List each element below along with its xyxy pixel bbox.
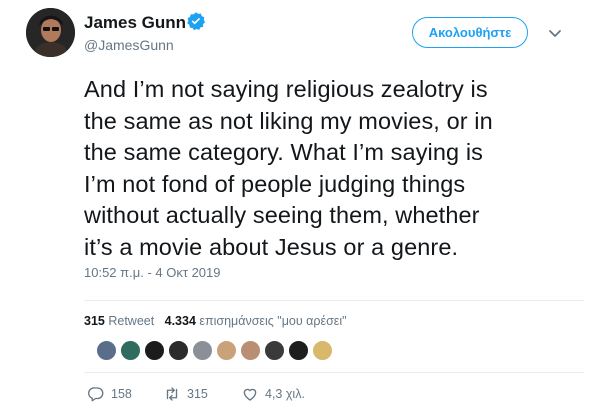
heart-icon xyxy=(243,388,257,401)
author-handle[interactable]: @JamesGunn xyxy=(84,37,174,53)
retweet-icon xyxy=(166,387,178,401)
reply-icon xyxy=(87,387,104,402)
divider xyxy=(84,372,584,373)
chevron-down-icon[interactable] xyxy=(545,23,565,43)
liker-avatar[interactable] xyxy=(312,340,333,361)
author-name[interactable]: James Gunn xyxy=(84,13,186,33)
reply-count: 158 xyxy=(111,387,132,401)
tweet-timestamp[interactable]: 10:52 π.μ. - 4 Οκτ 2019 xyxy=(84,265,221,280)
liker-avatar[interactable] xyxy=(96,340,117,361)
verified-badge-icon xyxy=(187,12,206,31)
liker-avatar[interactable] xyxy=(192,340,213,361)
like-stat-count[interactable]: 4.334 xyxy=(165,314,196,328)
tweet-text-line: And I’m not saying religious zealotry is xyxy=(84,76,488,102)
liker-avatar[interactable] xyxy=(240,340,261,361)
retweet-stat-count[interactable]: 315 xyxy=(84,314,105,328)
tweet-text-line: the same category. What I’m saying is xyxy=(84,139,483,165)
liker-avatar[interactable] xyxy=(120,340,141,361)
divider xyxy=(84,300,584,301)
author-avatar[interactable] xyxy=(26,8,75,57)
tweet-text: And I’m not saying religious zealotry is… xyxy=(84,74,584,263)
tweet-text-line: without actually seeing them, whether xyxy=(84,202,480,228)
liker-avatar[interactable] xyxy=(216,340,237,361)
like-action-count: 4,3 χιλ. xyxy=(265,387,305,401)
tweet-card: James Gunn @JamesGunn Ακολουθήστε And I’… xyxy=(0,0,600,420)
retweet-stat-label[interactable]: Retweet xyxy=(108,314,154,328)
liker-avatar[interactable] xyxy=(288,340,309,361)
retweet-action-count: 315 xyxy=(187,387,208,401)
tweet-text-line: I’m not fond of people judging things xyxy=(84,170,466,197)
liker-avatar[interactable] xyxy=(264,340,285,361)
like-stat-label[interactable]: επισημάνσεις "μου αρέσει" xyxy=(199,314,346,328)
follow-button[interactable]: Ακολουθήστε xyxy=(412,17,528,48)
tweet-text-line: it’s a movie about Jesus or a genre. xyxy=(84,233,459,260)
tweet-text-line: the same as not liking my movies, or in xyxy=(84,107,493,134)
liker-avatar[interactable] xyxy=(168,340,189,361)
engagement-stats: 315 Retweet 4.334 επισημάνσεις "μου αρέσ… xyxy=(84,314,347,328)
author-avatar-image xyxy=(26,8,75,57)
liker-avatar[interactable] xyxy=(144,340,165,361)
